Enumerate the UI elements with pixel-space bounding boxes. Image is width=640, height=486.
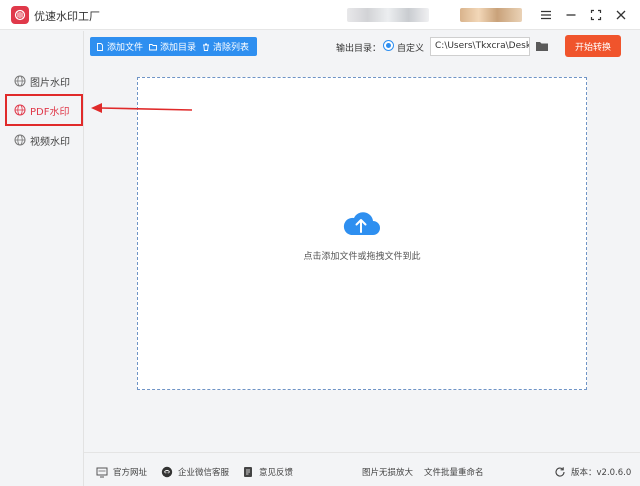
feedback-icon — [244, 467, 252, 477]
image-enlarge-link[interactable]: 图片无损放大 — [362, 466, 413, 478]
sidebar-item-video-watermark[interactable]: 视频水印 — [6, 128, 78, 152]
drop-hint-text: 点击添加文件或拖拽文件到此 — [303, 252, 421, 262]
start-convert-button[interactable]: 开始转换 — [565, 35, 621, 57]
footer-bar: 官方网址 企业微信客服 意见反馈 图片无损放大 文件批量重命名 版本：v2.0.… — [84, 452, 640, 486]
file-toolbar: 添加文件 添加目录 清除列表 — [90, 37, 257, 56]
blurred-avatar — [460, 8, 522, 22]
batch-rename-link[interactable]: 文件批量重命名 — [424, 466, 484, 478]
sidebar-item-label: 图片水印 — [30, 77, 70, 89]
chat-icon — [161, 466, 173, 478]
custom-output-label: 自定义 — [397, 44, 425, 54]
clear-list-label: 清除列表 — [213, 43, 250, 53]
menu-icon[interactable] — [536, 5, 556, 25]
sidebar-item-label: 视频水印 — [30, 136, 70, 148]
app-window: 优速水印工厂 图片水印 PDF水印 视频水印 添加文件 添加目录 清除列表 输出… — [0, 0, 640, 486]
monitor-icon — [96, 467, 108, 478]
browse-folder-icon[interactable] — [535, 39, 549, 53]
clear-list-button[interactable]: 清除列表 — [199, 37, 252, 56]
app-logo-icon — [11, 6, 29, 24]
refresh-icon — [555, 467, 565, 477]
app-title: 优速水印工厂 — [34, 10, 100, 23]
feedback-label: 意见反馈 — [259, 468, 294, 478]
wechat-support-link[interactable]: 企业微信客服 — [161, 466, 229, 478]
output-path-field[interactable]: C:\Users\Tkxcra\Deskto — [430, 37, 530, 56]
feedback-link[interactable]: 意见反馈 — [242, 466, 293, 478]
sidebar-item-image-watermark[interactable]: 图片水印 — [6, 69, 78, 93]
version-info[interactable]: 版本：v2.0.6.0 — [554, 466, 631, 478]
custom-output-radio[interactable] — [383, 40, 394, 51]
website-link[interactable]: 官方网址 — [96, 466, 147, 478]
globe-icon — [14, 75, 26, 87]
annotation-highlight-box — [5, 94, 83, 126]
cloud-upload-icon[interactable] — [341, 209, 381, 237]
file-icon — [97, 42, 103, 51]
blurred-account-info — [347, 8, 429, 22]
minimize-icon[interactable] — [561, 5, 581, 25]
add-file-button[interactable]: 添加文件 — [90, 37, 146, 56]
batch-rename-label: 文件批量重命名 — [424, 468, 484, 478]
trash-icon — [203, 43, 210, 51]
close-icon[interactable] — [611, 5, 631, 25]
output-dir-label: 输出目录： — [336, 44, 382, 54]
add-folder-button[interactable]: 添加目录 — [146, 37, 199, 56]
image-enlarge-label: 图片无损放大 — [362, 468, 414, 478]
website-label: 官方网址 — [113, 468, 148, 478]
globe-icon — [14, 134, 26, 146]
add-file-label: 添加文件 — [107, 43, 144, 53]
folder-icon — [149, 43, 157, 50]
add-folder-label: 添加目录 — [160, 43, 197, 53]
version-label: 版本：v2.0.6.0 — [571, 468, 632, 478]
title-bar: 优速水印工厂 — [0, 0, 640, 30]
maximize-icon[interactable] — [586, 5, 606, 25]
wechat-label: 企业微信客服 — [178, 468, 230, 478]
